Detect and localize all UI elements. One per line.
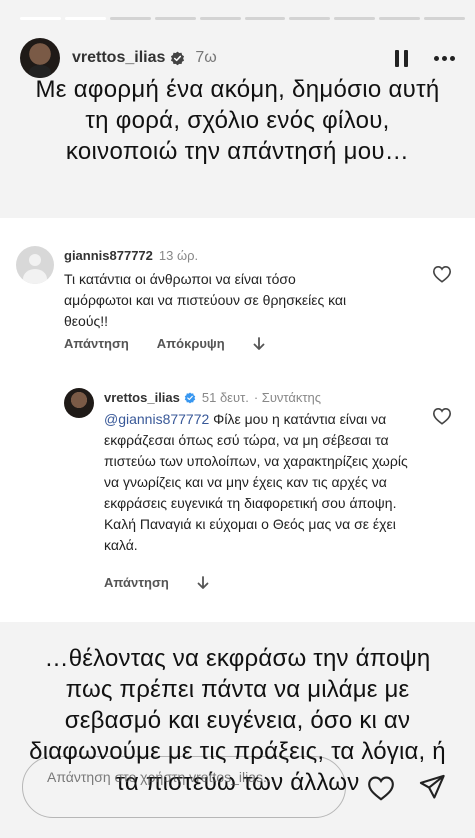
- progress-segment: [154, 17, 196, 20]
- progress-segment: [424, 17, 466, 20]
- progress-segment: [199, 17, 241, 20]
- pause-icon[interactable]: [395, 49, 408, 67]
- comment2-meta: vrettos_ilias 51 δευτ. · Συντάκτης: [104, 390, 321, 405]
- comment1-avatar[interactable]: [16, 246, 54, 284]
- comment2-avatar[interactable]: [64, 388, 94, 418]
- heart-icon[interactable]: [366, 775, 396, 801]
- comment2-like-heart-icon[interactable]: [432, 407, 452, 425]
- reply-input[interactable]: Απάντηση στο χρήστη vrettos_ilias...: [22, 756, 346, 818]
- verified-badge-icon: [171, 51, 185, 65]
- progress-segment: [244, 17, 286, 20]
- comment2-mention[interactable]: @giannis877772: [104, 411, 209, 427]
- comment1-like-heart-icon[interactable]: [432, 265, 452, 283]
- comment1-reply-button[interactable]: Απάντηση: [64, 336, 129, 351]
- default-avatar-icon: [16, 246, 54, 284]
- comment-card: giannis877772 13 ώρ. Τι κατάντια οι άνθρω…: [0, 218, 475, 622]
- progress-segment: [64, 17, 106, 20]
- story-progress: [20, 17, 466, 20]
- verified-badge-blue-icon: [184, 391, 196, 403]
- intro-text: Με αφορμή ένα ακόμη, δημόσιο αυτή τη φορ…: [35, 76, 440, 165]
- comment1-meta: giannis877772 13 ώρ.: [64, 248, 198, 263]
- progress-segment: [109, 17, 151, 20]
- comment2-text: @giannis877772 Φίλε μου η κατάντια είναι…: [104, 409, 426, 556]
- comment1-text: Τι κατάντια οι άνθρωποι να είναι τόσο αμ…: [64, 271, 347, 329]
- comment1-hide-button[interactable]: Απόκρυψη: [157, 336, 225, 351]
- comment1-actions: Απάντηση Απόκρυψη: [64, 336, 265, 351]
- story-frame: vrettos_ilias 7ω Με αφορμή ένα ακόμη, δη…: [0, 0, 475, 838]
- progress-segment: [334, 17, 376, 20]
- comment2-time: 51 δευτ.: [201, 390, 249, 405]
- progress-segment: [20, 17, 61, 20]
- comment1-time: 13 ώρ.: [158, 248, 199, 263]
- comment2-actions: Απάντηση: [104, 575, 209, 590]
- header-time: 7ω: [195, 49, 217, 66]
- comment2-username[interactable]: vrettos_ilias: [104, 390, 180, 405]
- send-icon[interactable]: [418, 773, 446, 801]
- progress-segment: [379, 17, 421, 20]
- arrow-down-icon[interactable]: [253, 336, 265, 351]
- user-avatar[interactable]: [20, 38, 60, 78]
- story-header: vrettos_ilias 7ω: [20, 38, 455, 78]
- comment1-username[interactable]: giannis877772: [64, 248, 153, 263]
- arrow-down-icon[interactable]: [197, 575, 209, 590]
- progress-segment: [289, 17, 331, 20]
- comment2-author-label: · Συντάκτης: [253, 390, 322, 405]
- comment2-body: Φίλε μου η κατάντια είναι να εκφράζεσαι …: [104, 411, 408, 553]
- more-options-icon[interactable]: [434, 55, 455, 61]
- header-username[interactable]: vrettos_ilias: [72, 49, 165, 67]
- comment2-reply-button[interactable]: Απάντηση: [104, 575, 169, 590]
